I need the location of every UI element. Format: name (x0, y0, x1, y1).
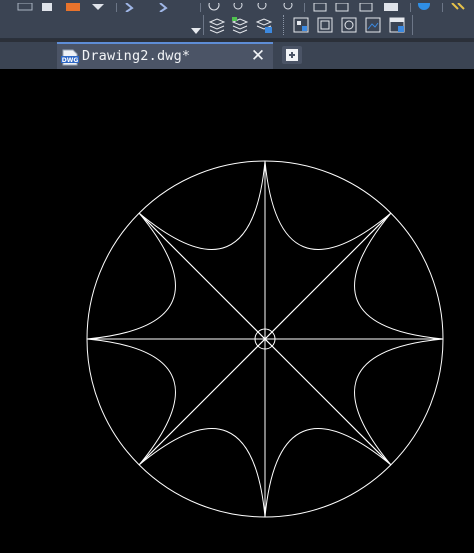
help-icon[interactable] (418, 0, 430, 10)
paste-icon[interactable] (66, 3, 80, 11)
more-icon[interactable] (451, 2, 465, 10)
zoom-realtime-icon[interactable] (283, 0, 293, 10)
scallop-arc[interactable] (86, 338, 176, 466)
view-4-icon[interactable] (384, 3, 398, 11)
redo-icon[interactable] (159, 2, 168, 12)
view-1-icon[interactable] (313, 2, 327, 12)
close-icon[interactable]: ✕ (249, 47, 267, 65)
bind-icon[interactable] (17, 2, 33, 11)
view-3-icon[interactable] (359, 2, 373, 12)
scallop-arc[interactable] (354, 338, 444, 466)
zoom-icon[interactable] (233, 0, 243, 10)
rotate-icon[interactable] (208, 0, 220, 11)
tab-label: Drawing2.dwg* (82, 48, 191, 64)
circle-frame-icon[interactable] (340, 16, 358, 38)
layer-previous-icon[interactable] (255, 16, 273, 38)
window-icon[interactable] (388, 16, 406, 38)
view-2-icon[interactable] (335, 2, 349, 12)
layer-properties-icon[interactable] (231, 16, 249, 38)
tab-drawing2[interactable]: DWG Drawing2.dwg* ✕ (57, 42, 273, 69)
add-tab-icon[interactable] (282, 46, 302, 64)
copy-icon[interactable] (42, 3, 52, 11)
dwg-file-icon: DWG (61, 49, 79, 66)
dropdown-icon[interactable] (92, 4, 104, 10)
scallop-arc[interactable] (354, 212, 444, 340)
toolbar-grip[interactable] (283, 15, 287, 35)
dwg-file-icon-text: DWG (62, 57, 79, 64)
layer-toolbar (0, 12, 474, 39)
drawing-canvas[interactable] (0, 69, 474, 549)
undo-icon[interactable] (125, 2, 134, 12)
toolbar-separator (203, 15, 204, 35)
toolbar-separator (412, 15, 413, 35)
scallop-arc[interactable] (86, 212, 176, 340)
quick-access-icons (17, 0, 465, 12)
layer-state-icon[interactable] (208, 16, 226, 38)
zoom-extents-icon[interactable] (257, 0, 267, 10)
image-icon[interactable] (364, 16, 382, 38)
scallop-arc[interactable] (138, 428, 266, 518)
scallop-arc[interactable] (264, 160, 392, 250)
scallop-arc[interactable] (138, 160, 266, 250)
scallop-arc[interactable] (264, 428, 392, 518)
cad-drawing[interactable] (0, 69, 474, 549)
dropdown-arrow-icon[interactable] (190, 20, 202, 39)
frame-icon[interactable] (316, 16, 334, 38)
block-icon[interactable] (292, 16, 310, 38)
quick-access-toolbar (0, 0, 474, 12)
file-tab-bar: DWG Drawing2.dwg* ✕ (0, 42, 474, 70)
